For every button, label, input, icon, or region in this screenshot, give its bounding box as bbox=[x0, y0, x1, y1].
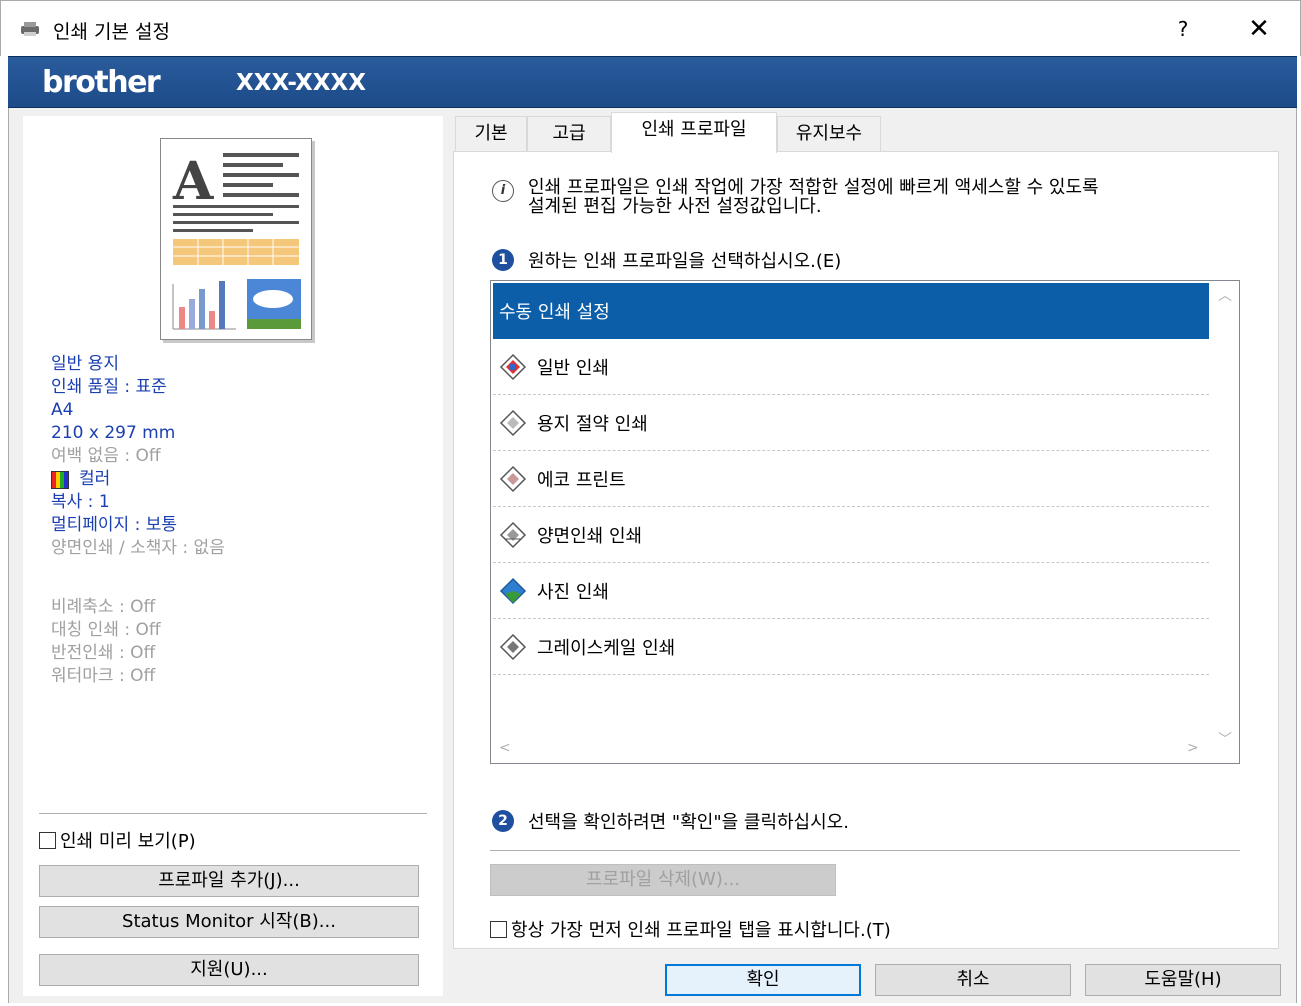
tab-basic[interactable]: 기본 bbox=[455, 116, 527, 151]
close-button[interactable]: ✕ bbox=[1235, 7, 1283, 51]
cancel-button[interactable]: 취소 bbox=[875, 964, 1071, 996]
reverse-print-text: 반전인쇄 : Off bbox=[51, 643, 156, 663]
duplex-print-icon bbox=[499, 521, 527, 548]
tab-advanced[interactable]: 고급 bbox=[527, 116, 611, 151]
model-name: XXX-XXXX bbox=[236, 70, 366, 96]
right-separator bbox=[490, 850, 1240, 851]
step-2-label: 선택을 확인하려면 "확인"을 클릭하십시오. bbox=[528, 812, 849, 833]
step-2-number-icon: 2 bbox=[492, 810, 514, 832]
watermark-text: 워터마크 : Off bbox=[51, 666, 156, 686]
list-item-label: 수동 인쇄 설정 bbox=[499, 302, 610, 323]
scaling-text: 비례축소 : Off bbox=[51, 597, 156, 617]
general-print-icon bbox=[499, 353, 527, 380]
settings-summary: 일반 용지 인쇄 품질 : 표준 A4 210 x 297 mm 여백 없음 :… bbox=[51, 353, 225, 688]
paper-size-text: A4 bbox=[51, 400, 74, 420]
list-item-label: 사진 인쇄 bbox=[537, 581, 609, 603]
always-show-checkbox-box[interactable] bbox=[490, 920, 507, 938]
grayscale-print-icon bbox=[499, 633, 527, 660]
vertical-scrollbar[interactable]: ︿ ﹀ bbox=[1209, 281, 1239, 748]
list-item-grayscale-print[interactable]: 그레이스케일 인쇄 bbox=[493, 619, 1209, 675]
add-profile-button[interactable]: 프로파일 추가(J)... bbox=[39, 865, 419, 897]
color-mode-text: 컬러 bbox=[79, 469, 111, 489]
print-preview-checkbox[interactable]: 인쇄 미리 보기(P) bbox=[39, 827, 196, 853]
print-profile-panel: i 인쇄 프로파일은 인쇄 작업에 가장 적합한 설정에 빠르게 액세스할 수 … bbox=[453, 151, 1279, 949]
printer-icon bbox=[21, 22, 39, 36]
mirror-print-text: 대칭 인쇄 : Off bbox=[51, 620, 161, 640]
profile-info-line1: 인쇄 프로파일은 인쇄 작업에 가장 적합한 설정에 빠르게 액세스할 수 있도… bbox=[528, 177, 1099, 198]
print-preview-label: 인쇄 미리 보기(P) bbox=[60, 831, 196, 852]
photo-print-icon bbox=[499, 577, 527, 604]
list-item-label: 그레이스케일 인쇄 bbox=[537, 637, 676, 659]
list-item-duplex-print[interactable]: 양면인쇄 인쇄 bbox=[493, 507, 1209, 563]
paper-type-text: 일반 용지 bbox=[51, 354, 119, 374]
list-item-label: 에코 프린트 bbox=[537, 469, 626, 491]
multipage-text: 멀티페이지 : 보통 bbox=[51, 515, 178, 535]
list-item-manual-settings[interactable]: 수동 인쇄 설정 bbox=[493, 283, 1209, 339]
list-item-photo-print[interactable]: 사진 인쇄 bbox=[493, 563, 1209, 619]
brother-logo: brother bbox=[42, 65, 161, 100]
scroll-right-icon[interactable]: > bbox=[1187, 740, 1199, 756]
window-title: 인쇄 기본 설정 bbox=[53, 21, 170, 43]
profile-list[interactable]: 수동 인쇄 설정 일반 인쇄 용지 절약 인쇄 에코 프린트 양면인쇄 인쇄 사… bbox=[490, 280, 1240, 764]
paper-dimensions-text: 210 x 297 mm bbox=[51, 423, 176, 443]
list-item-label: 용지 절약 인쇄 bbox=[537, 413, 648, 435]
always-show-label: 항상 가장 먼저 인쇄 프로파일 탭을 표시합니다.(T) bbox=[511, 920, 891, 941]
color-mode-row: 컬러 bbox=[51, 468, 225, 491]
print-quality-text: 인쇄 품질 : 표준 bbox=[51, 377, 167, 397]
list-item-label: 일반 인쇄 bbox=[537, 357, 609, 379]
step-1-label: 원하는 인쇄 프로파일을 선택하십시오.(E) bbox=[528, 251, 842, 272]
info-icon: i bbox=[492, 180, 514, 202]
tab-maintenance[interactable]: 유지보수 bbox=[777, 116, 881, 151]
scroll-left-icon[interactable]: < bbox=[499, 740, 511, 756]
step-2: 2 선택을 확인하려면 "확인"을 클릭하십시오. bbox=[492, 808, 849, 834]
copies-text: 복사 : 1 bbox=[51, 492, 110, 512]
list-item-eco-print[interactable]: 에코 프린트 bbox=[493, 451, 1209, 507]
horizontal-scrollbar[interactable]: < > bbox=[491, 737, 1239, 763]
brand-banner: brother XXX-XXXX bbox=[8, 56, 1297, 108]
scroll-up-icon[interactable]: ︿ bbox=[1218, 285, 1232, 305]
help-dialog-button[interactable]: 도움말(H) bbox=[1085, 964, 1281, 996]
dialog-body: A 일반 용지 인쇄 품질: 표준 A4 210 x 297 mm 여백 없음… bbox=[8, 108, 1297, 1003]
step-1-number-icon: 1 bbox=[492, 249, 514, 271]
status-monitor-button[interactable]: Status Monitor 시작(B)... bbox=[39, 906, 419, 938]
always-show-profile-tab-checkbox[interactable]: 항상 가장 먼저 인쇄 프로파일 탭을 표시합니다.(T) bbox=[490, 916, 891, 942]
tab-print-profile[interactable]: 인쇄 프로파일 bbox=[611, 112, 777, 153]
paper-save-icon bbox=[499, 409, 527, 436]
list-item-general-print[interactable]: 일반 인쇄 bbox=[493, 339, 1209, 395]
print-preview-checkbox-box[interactable] bbox=[39, 831, 56, 849]
document-preview-image: A bbox=[172, 151, 301, 330]
left-separator bbox=[39, 813, 427, 814]
eco-print-icon bbox=[499, 465, 527, 492]
settings-summary-panel: A 일반 용지 인쇄 품질: 표준 A4 210 x 297 mm 여백 없음… bbox=[23, 116, 443, 996]
svg-text:A: A bbox=[172, 151, 214, 212]
profile-info: i 인쇄 프로파일은 인쇄 작업에 가장 적합한 설정에 빠르게 액세스할 수 … bbox=[492, 178, 1099, 216]
color-mode-icon bbox=[51, 470, 69, 489]
profile-info-line2: 설계된 편집 가능한 사전 설정값입니다. bbox=[528, 196, 822, 217]
list-item-paper-save[interactable]: 용지 절약 인쇄 bbox=[493, 395, 1209, 451]
list-item-label: 양면인쇄 인쇄 bbox=[537, 525, 643, 547]
ok-button[interactable]: 확인 bbox=[665, 964, 861, 996]
help-button[interactable]: ? bbox=[1161, 7, 1205, 51]
step-1: 1 원하는 인쇄 프로파일을 선택하십시오.(E) bbox=[492, 247, 841, 273]
support-button[interactable]: 지원(U)... bbox=[39, 954, 419, 986]
duplex-text: 양면인쇄 / 소책자 : 없음 bbox=[51, 538, 225, 558]
title-bar: 인쇄 기본 설정 ? ✕ bbox=[0, 0, 1301, 56]
borderless-text: 여백 없음 : Off bbox=[51, 446, 161, 466]
delete-profile-button[interactable]: 프로파일 삭제(W)... bbox=[490, 864, 836, 896]
page-preview-thumbnail: A bbox=[160, 138, 312, 340]
